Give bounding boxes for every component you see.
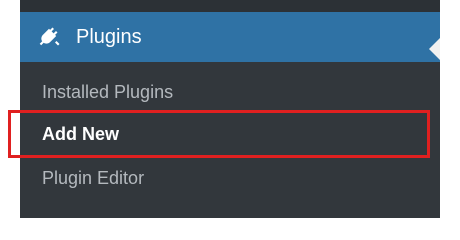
current-menu-arrow-indicator	[429, 38, 440, 60]
submenu-item-installed-plugins[interactable]: Installed Plugins	[20, 82, 440, 103]
menu-item-plugins[interactable]: Plugins	[20, 12, 440, 62]
submenu-item-plugin-editor[interactable]: Plugin Editor	[20, 168, 440, 189]
menu-top-strip	[20, 0, 440, 12]
admin-sidebar-menu: Plugins Installed Plugins Add New Plugin…	[20, 0, 440, 218]
menu-item-plugins-label: Plugins	[76, 25, 142, 48]
plugins-submenu: Installed Plugins Add New Plugin Editor	[20, 62, 440, 218]
plugin-icon	[38, 25, 62, 49]
screenshot-canvas: Plugins Installed Plugins Add New Plugin…	[0, 0, 460, 218]
submenu-item-add-new[interactable]: Add New	[20, 124, 440, 145]
